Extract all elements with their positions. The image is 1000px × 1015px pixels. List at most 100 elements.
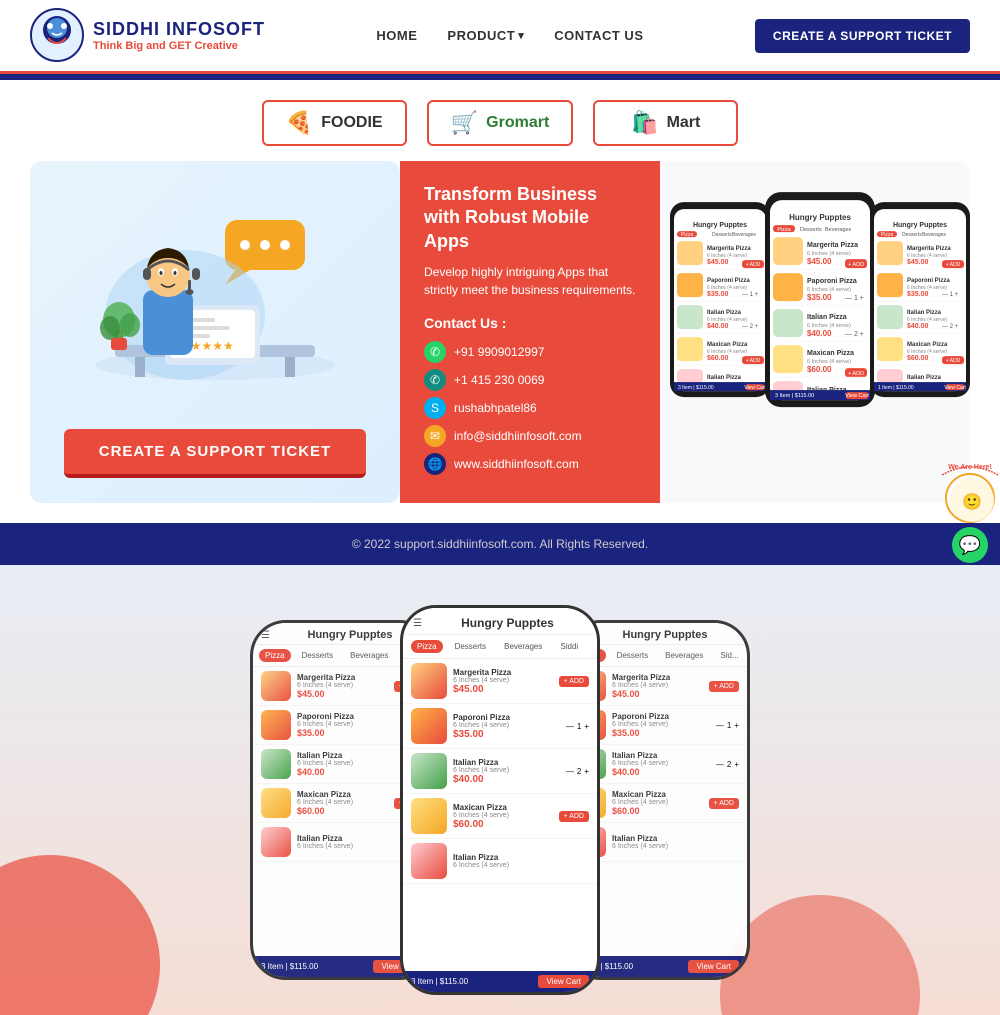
food-serve: 6 Inches (4 serve) [297,799,388,806]
add-button[interactable]: + ADD [559,811,589,822]
right-phone-title: Hungry Pupptes [591,629,739,641]
svg-text:Paporoni Pizza: Paporoni Pizza [707,278,750,284]
tab-mart[interactable]: 🛍️ Mart [593,100,738,146]
food-name: Paporoni Pizza [453,713,560,722]
email-icon: ✉ [424,425,446,447]
food-serve: 6 Inches (4 serve) [612,760,710,767]
view-cart-btn[interactable]: View Cart [538,975,589,988]
svg-text:— 2 +: — 2 + [942,324,959,330]
svg-text:We Are Here!: We Are Here! [948,464,992,471]
food-image [261,827,291,857]
add-button[interactable]: + ADD [709,798,739,809]
add-button[interactable]: + ADD [709,681,739,692]
header: SIDDHI INFOSOFT Think Big and GET Creati… [0,0,1000,74]
phone-icon: ✆ [424,369,446,391]
cart-info: 3 Item | $115.00 [411,977,468,986]
cat-beverages-left: Beverages [344,649,394,662]
web-icon: 🌐 [424,453,446,475]
phones-area: Hungry Pupptes Pizza Desserts Beverages … [660,161,970,503]
svg-text:Maxican Pizza: Maxican Pizza [907,342,948,348]
logo-area: SIDDHI INFOSOFT Think Big and GET Creati… [30,8,265,63]
food-details: Paporoni Pizza 6 Inches (4 serve) $35.00 [453,713,560,740]
food-details: Italian Pizza 6 Inches (4 serve) [453,853,589,869]
svg-text:$35.00: $35.00 [907,291,929,298]
svg-text:$60.00: $60.00 [907,355,929,362]
contact-item-phone: ✆ +1 415 230 0069 [424,369,636,391]
svg-text:$45.00: $45.00 [807,257,832,266]
nav-home[interactable]: HOME [376,28,417,43]
cat-side-right: Sid... [714,649,744,662]
view-cart-btn[interactable]: View Cart [688,960,739,973]
svg-text:Pizza: Pizza [681,232,693,238]
food-price: $60.00 [297,806,388,816]
center-phone-screen: ☰ Hungry Pupptes Pizza Desserts Beverage… [403,608,597,992]
svg-text:+ ADD: + ADD [946,358,961,364]
svg-text:Margerita Pizza: Margerita Pizza [807,242,858,249]
svg-text:+ ADD: + ADD [946,262,961,268]
we-are-here-icon: 🙂 [949,477,995,523]
svg-text:Pizza: Pizza [777,227,791,233]
food-serve: 6 Inches (4 serve) [612,721,710,728]
tab-mart-label: Mart [667,114,701,132]
svg-text:Maxican Pizza: Maxican Pizza [807,350,854,357]
food-name: Margerita Pizza [297,673,388,682]
cat-desserts-right: Desserts [611,649,655,662]
tab-foodie[interactable]: 🍕 FOODIE [262,100,407,146]
svg-text:— 1 +: — 1 + [742,292,759,298]
chat-bubble-icon[interactable]: 💬 [952,527,988,563]
food-details: Italian Pizza 6 Inches (4 serve) $40.00 [453,758,560,785]
qty-control: —1+ [716,721,739,730]
svg-text:View Cart: View Cart [744,385,766,391]
food-details: Margerita Pizza 6 Inches (4 serve) $45.0… [297,673,388,699]
left-card: ★★★★★ [30,161,400,503]
food-serve: 6 Inches (4 serve) [453,862,589,869]
phone-footer-center: 3 Item | $115.00 View Cart [403,971,597,992]
food-name: Italian Pizza [453,758,560,767]
gromart-icon: 🛒 [451,110,478,136]
food-price: $40.00 [612,767,710,777]
nav-contact[interactable]: CONTACT US [554,28,643,43]
right-panel: Transform Business with Robust Mobile Ap… [400,161,970,503]
svg-text:$40.00: $40.00 [907,323,929,330]
contact-item-email: ✉ info@siddhiinfosoft.com [424,425,636,447]
food-serve: 6 Inches (4 serve) [297,682,388,689]
cat-desserts-center: Desserts [449,640,493,653]
info-description: Develop highly intriguing Apps that stri… [424,263,636,299]
contact-skype: rushabhpatel86 [454,401,537,415]
cat-beverages-right: Beverages [659,649,709,662]
create-ticket-button[interactable]: CREATE A SUPPORT TICKET [64,429,366,478]
food-serve: 6 Inches (4 serve) [297,721,395,728]
qty-control: —1+ [566,722,589,731]
contact-item-skype: S rushabhpatel86 [424,397,636,419]
food-price: $60.00 [453,819,553,830]
svg-text:Desserts: Desserts [902,232,922,238]
info-title: Transform Business with Robust Mobile Ap… [424,183,636,253]
svg-text:Italian Pizza: Italian Pizza [907,375,942,381]
food-name: Paporoni Pizza [612,712,710,721]
food-serve: 6 Inches (4 serve) [453,767,560,774]
svg-text:Beverages: Beverages [732,232,756,238]
svg-text:View Cart: View Cart [845,393,869,399]
svg-text:$45.00: $45.00 [707,259,729,266]
nav-product[interactable]: PRODUCT [447,28,524,43]
food-item-3-center: Italian Pizza 6 Inches (4 serve) $40.00 … [403,749,597,794]
svg-text:Italian Pizza: Italian Pizza [707,310,742,316]
food-serve: 6 Inches (4 serve) [453,812,553,819]
food-price: $45.00 [297,689,388,699]
food-image [411,663,447,699]
svg-text:Desserts: Desserts [800,227,822,233]
tab-gromart-label: Gromart [486,114,549,132]
svg-text:1 Item | $115.00: 1 Item | $115.00 [878,385,914,391]
svg-text:$40.00: $40.00 [707,323,729,330]
food-details: Italian Pizza 6 Inches (4 serve) $40.00 [612,751,710,777]
qty-control: —2+ [566,767,589,776]
svg-text:🙂: 🙂 [962,493,982,511]
header-support-btn[interactable]: CREATE A SUPPORT TICKET [755,19,970,53]
add-button[interactable]: + ADD [559,676,589,687]
customer-support-illustration: ★★★★★ [75,210,355,390]
tab-gromart[interactable]: 🛒 Gromart [427,100,574,146]
food-name: Italian Pizza [612,834,739,843]
food-price: $35.00 [453,729,560,740]
svg-text:— 2 +: — 2 + [742,324,759,330]
svg-text:+ ADD: + ADD [848,371,864,377]
